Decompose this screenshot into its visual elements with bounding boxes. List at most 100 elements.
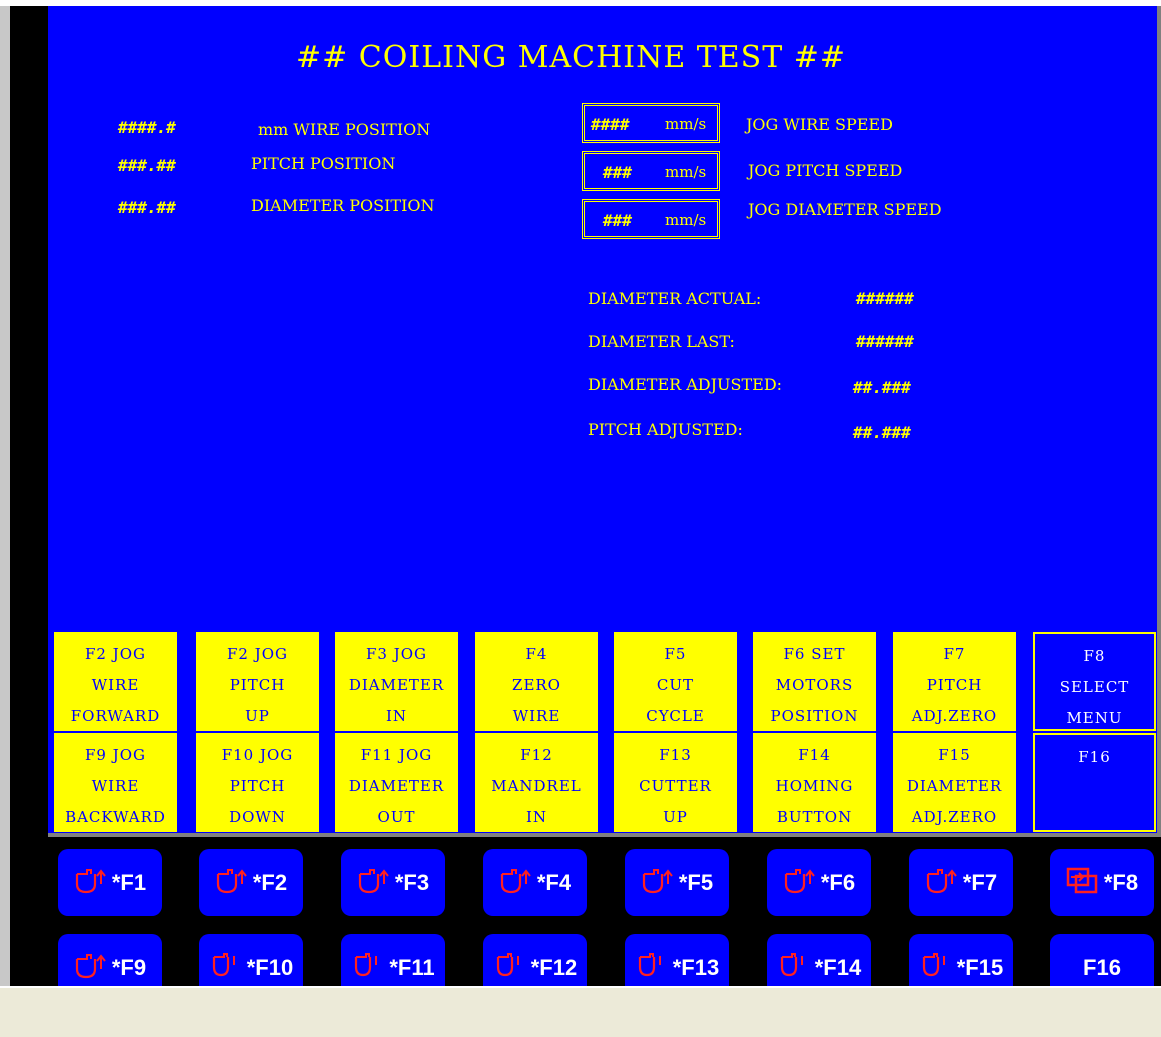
f14-homing-button[interactable]: F14 HOMING BUTTON bbox=[753, 733, 876, 832]
f16-button[interactable]: F16 bbox=[1033, 733, 1156, 832]
panel-key-label: *F3 bbox=[394, 869, 430, 895]
jog-pitch-speed-field[interactable]: ### mm/s bbox=[582, 151, 720, 191]
left-frame bbox=[0, 6, 10, 986]
diameter-position-label: DIAMETER POSITION bbox=[251, 196, 435, 215]
jog-wire-speed-value: #### bbox=[591, 115, 630, 134]
diameter-last-value: ###### bbox=[856, 332, 914, 351]
f13-cutter-up-button[interactable]: F13 CUTTER UP bbox=[614, 733, 737, 832]
momentary-up-icon bbox=[641, 866, 679, 900]
f3-jog-diameter-in-button[interactable]: F3 JOG DIAMETER IN bbox=[335, 632, 458, 731]
jog-diameter-speed-unit: mm/s bbox=[665, 211, 707, 229]
panel-key-label: *F1 bbox=[111, 869, 147, 895]
f8-select-menu-button[interactable]: F8 SELECT MENU bbox=[1033, 632, 1156, 731]
jog-diameter-speed-value: ### bbox=[603, 211, 632, 230]
panel-key-label: *F2 bbox=[252, 869, 288, 895]
f11-jog-diameter-out-button[interactable]: F11 JOG DIAMETER OUT bbox=[335, 733, 458, 832]
pitch-position-label: PITCH POSITION bbox=[251, 154, 396, 173]
button-label: F2 JOG WIRE FORWARD bbox=[70, 645, 161, 725]
diameter-last-label: DIAMETER LAST: bbox=[588, 332, 735, 351]
f12-mandrel-in-button[interactable]: F12 MANDREL IN bbox=[475, 733, 598, 832]
panel-key-f5[interactable]: *F5 bbox=[625, 849, 729, 916]
button-label: F12 MANDREL IN bbox=[491, 746, 582, 826]
panel-key-f7[interactable]: *F7 bbox=[909, 849, 1013, 916]
button-label: F10 JOG PITCH DOWN bbox=[221, 746, 294, 826]
momentary-up-icon bbox=[499, 866, 537, 900]
momentary-up-icon bbox=[74, 951, 112, 985]
f10-jog-pitch-down-button[interactable]: F10 JOG PITCH DOWN bbox=[196, 733, 319, 832]
momentary-down-icon bbox=[777, 951, 815, 985]
screen-title: ## COILING MACHINE TEST ## bbox=[296, 40, 847, 75]
button-label: F16 bbox=[1078, 748, 1111, 766]
panel-key-label: *F12 bbox=[530, 954, 578, 980]
status-bar bbox=[0, 986, 1161, 1037]
jog-wire-speed-label: JOG WIRE SPEED bbox=[746, 115, 893, 134]
panel-key-label: *F13 bbox=[672, 954, 720, 980]
f9-jog-wire-backward-button[interactable]: F9 JOG WIRE BACKWARD bbox=[54, 733, 177, 832]
button-label: F11 JOG DIAMETER OUT bbox=[348, 746, 445, 826]
jog-pitch-speed-label: JOG PITCH SPEED bbox=[748, 161, 903, 180]
momentary-down-icon bbox=[351, 951, 389, 985]
screen-jump-icon bbox=[1066, 866, 1104, 900]
wire-position-label: mm WIRE POSITION bbox=[258, 120, 431, 139]
panel-key-label: *F4 bbox=[536, 869, 572, 895]
button-label: F6 SET MOTORS POSITION bbox=[770, 645, 859, 725]
f7-pitch-adj-zero-button[interactable]: F7 PITCH ADJ.ZERO bbox=[893, 632, 1016, 731]
panel-key-f6[interactable]: *F6 bbox=[767, 849, 871, 916]
button-label: F13 CUTTER UP bbox=[639, 746, 712, 826]
panel-key-f1[interactable]: *F1 bbox=[58, 849, 162, 916]
button-label: F15 DIAMETER ADJ.ZERO bbox=[906, 746, 1003, 826]
wire-position-value: ####.# bbox=[118, 118, 176, 137]
f5-cut-cycle-button[interactable]: F5 CUT CYCLE bbox=[614, 632, 737, 731]
button-label: F9 JOG WIRE BACKWARD bbox=[65, 746, 166, 826]
panel-key-label: *F11 bbox=[389, 954, 435, 980]
momentary-up-icon bbox=[215, 866, 253, 900]
momentary-up-icon bbox=[74, 866, 112, 900]
panel-key-label: *F15 bbox=[956, 954, 1004, 980]
button-label: F5 CUT CYCLE bbox=[646, 645, 705, 725]
f6-set-motors-position-button[interactable]: F6 SET MOTORS POSITION bbox=[753, 632, 876, 731]
pitch-position-value: ###.## bbox=[118, 156, 176, 175]
panel-key-f8[interactable]: *F8 bbox=[1050, 849, 1154, 916]
diameter-actual-value: ###### bbox=[856, 289, 914, 308]
pitch-adjusted-value: ##.### bbox=[853, 423, 911, 442]
jog-wire-speed-unit: mm/s bbox=[665, 115, 707, 133]
f2-jog-wire-forward-button[interactable]: F2 JOG WIRE FORWARD bbox=[54, 632, 177, 731]
button-label: F3 JOG DIAMETER IN bbox=[348, 645, 445, 725]
momentary-down-icon bbox=[635, 951, 673, 985]
button-label: F8 SELECT MENU bbox=[1059, 647, 1130, 727]
diameter-position-value: ###.## bbox=[118, 198, 176, 217]
f15-diameter-adj-zero-button[interactable]: F15 DIAMETER ADJ.ZERO bbox=[893, 733, 1016, 832]
diameter-adjusted-value: ##.### bbox=[853, 378, 911, 397]
pitch-adjusted-label: PITCH ADJUSTED: bbox=[588, 420, 743, 439]
momentary-up-icon bbox=[925, 866, 963, 900]
f4-zero-wire-button[interactable]: F4 ZERO WIRE bbox=[475, 632, 598, 731]
diameter-adjusted-label: DIAMETER ADJUSTED: bbox=[588, 375, 783, 394]
panel-key-label: *F5 bbox=[678, 869, 714, 895]
panel-key-label: *F10 bbox=[246, 954, 294, 980]
jog-diameter-speed-label: JOG DIAMETER SPEED bbox=[748, 200, 942, 219]
panel-key-f4[interactable]: *F4 bbox=[483, 849, 587, 916]
panel-key-f2[interactable]: *F2 bbox=[199, 849, 303, 916]
panel-key-label: *F6 bbox=[820, 869, 856, 895]
jog-pitch-speed-value: ### bbox=[603, 163, 632, 182]
panel-key-f3[interactable]: *F3 bbox=[341, 849, 445, 916]
panel-key-label: *F9 bbox=[111, 954, 147, 980]
panel-key-label: F16 bbox=[1083, 954, 1121, 980]
button-label: F14 HOMING BUTTON bbox=[775, 746, 854, 826]
panel-key-label: *F7 bbox=[962, 869, 998, 895]
momentary-up-icon bbox=[357, 866, 395, 900]
jog-diameter-speed-field[interactable]: ### mm/s bbox=[582, 199, 720, 239]
f2-jog-pitch-up-button[interactable]: F2 JOG PITCH UP bbox=[196, 632, 319, 731]
momentary-down-icon bbox=[209, 951, 247, 985]
panel-key-label: *F14 bbox=[814, 954, 862, 980]
button-label: F2 JOG PITCH UP bbox=[226, 645, 288, 725]
diameter-actual-label: DIAMETER ACTUAL: bbox=[588, 289, 762, 308]
hmi-screen: ## COILING MACHINE TEST ## ####.# mm WIR… bbox=[48, 6, 1161, 837]
jog-pitch-speed-unit: mm/s bbox=[665, 163, 707, 181]
button-label: F4 ZERO WIRE bbox=[512, 645, 561, 725]
panel-key-label: *F8 bbox=[1103, 869, 1139, 895]
jog-wire-speed-field[interactable]: #### mm/s bbox=[582, 103, 720, 143]
momentary-down-icon bbox=[493, 951, 531, 985]
button-label: F7 PITCH ADJ.ZERO bbox=[911, 645, 998, 725]
momentary-down-icon bbox=[919, 951, 957, 985]
